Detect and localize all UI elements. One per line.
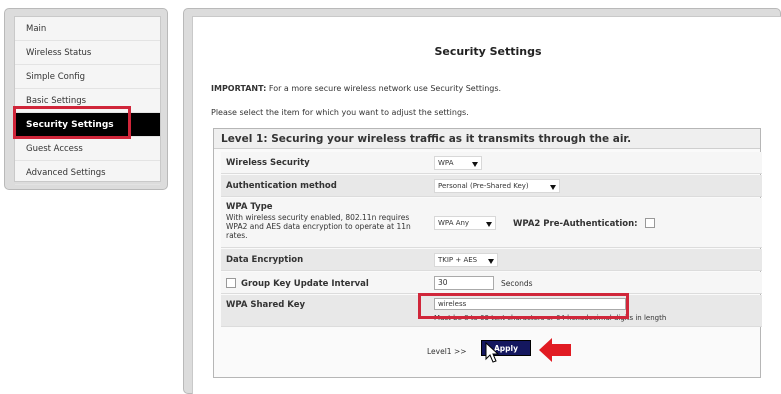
dropdown-arrow-icon xyxy=(472,162,478,167)
wpa-shared-key-label: WPA Shared Key xyxy=(226,300,306,310)
wpa2-preauth-label: WPA2 Pre-Authentication: xyxy=(513,219,638,229)
wireless-security-select[interactable]: WPA xyxy=(434,156,482,170)
important-note: IMPORTANT: For a more secure wireless ne… xyxy=(211,84,501,93)
sidebar-item-main[interactable]: Main xyxy=(15,17,160,41)
wpa-type-select[interactable]: WPA Any xyxy=(434,216,496,230)
wireless-security-value: WPA xyxy=(438,159,454,167)
sidebar-nav: Main Wireless Status Simple Config Basic… xyxy=(4,8,168,190)
wpa-type-description: With wireless security enabled, 802.11n … xyxy=(226,213,411,240)
dropdown-arrow-icon xyxy=(488,259,494,264)
sidebar-item-simple-config[interactable]: Simple Config xyxy=(15,65,160,89)
sidebar-item-guest-access[interactable]: Guest Access xyxy=(15,137,160,161)
dropdown-arrow-icon xyxy=(486,222,492,227)
wpa-type-row: WPA Type With wireless security enabled,… xyxy=(221,198,762,248)
select-instruction: Please select the item for which you wan… xyxy=(211,108,469,117)
authentication-method-select[interactable]: Personal (Pre-Shared Key) xyxy=(434,179,560,193)
data-encryption-label: Data Encryption xyxy=(226,255,304,265)
wireless-security-row: Wireless Security WPA xyxy=(221,152,762,174)
page-title: Security Settings xyxy=(434,45,542,58)
level1-link[interactable]: Level1 >> xyxy=(427,347,467,356)
important-label: IMPORTANT: xyxy=(211,84,267,93)
wpa2-preauth-checkbox[interactable] xyxy=(645,218,655,228)
authentication-method-label: Authentication method xyxy=(226,181,337,191)
authentication-method-value: Personal (Pre-Shared Key) xyxy=(438,182,529,190)
sidebar-item-wireless-status[interactable]: Wireless Status xyxy=(15,41,160,65)
group-key-label: Group Key Update Interval xyxy=(241,279,369,289)
group-key-row: Group Key Update Interval 30 Seconds xyxy=(221,272,762,294)
wireless-security-label: Wireless Security xyxy=(226,158,310,168)
authentication-method-row: Authentication method Personal (Pre-Shar… xyxy=(221,175,762,197)
mouse-cursor-icon xyxy=(485,342,500,363)
dropdown-arrow-icon xyxy=(550,185,556,190)
data-encryption-select[interactable]: TKIP + AES xyxy=(434,253,498,267)
important-text: For a more secure wireless network use S… xyxy=(266,84,502,93)
wpa-type-value: WPA Any xyxy=(438,219,470,227)
highlight-box-security-settings xyxy=(13,106,131,139)
data-encryption-value: TKIP + AES xyxy=(438,256,478,264)
sidebar-menu: Main Wireless Status Simple Config Basic… xyxy=(14,16,161,185)
sidebar-item-advanced-settings[interactable]: Advanced Settings xyxy=(15,161,160,185)
highlight-box-shared-key xyxy=(418,293,629,319)
data-encryption-row: Data Encryption TKIP + AES xyxy=(221,249,762,271)
wpa-type-label: WPA Type xyxy=(226,202,273,212)
group-key-interval-input[interactable]: 30 xyxy=(434,276,494,290)
group-key-unit: Seconds xyxy=(501,279,533,288)
level1-heading: Level 1: Securing your wireless traffic … xyxy=(214,129,760,149)
group-key-checkbox[interactable] xyxy=(226,278,236,288)
red-arrow-icon xyxy=(539,338,571,362)
